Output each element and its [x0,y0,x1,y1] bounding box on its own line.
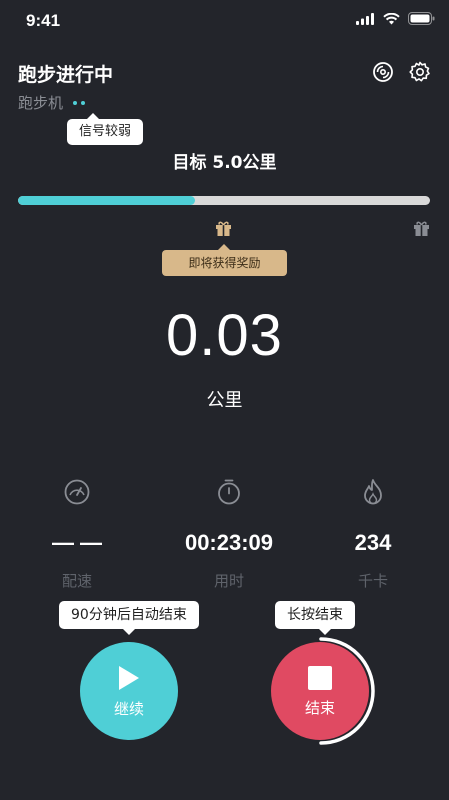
device-label: 跑步机 [18,94,64,112]
goal-progress-fill [18,196,196,205]
play-icon [119,665,139,690]
auto-end-tooltip: 90分钟后自动结束 [59,601,199,635]
time-value: 00:23:09 [184,530,274,555]
distance-unit: 公里 [206,390,243,411]
calories-label: 千卡 [357,572,388,590]
status-time: 9:41 [26,11,61,30]
stat-pace: — — 配速 [2,478,152,591]
stop-icon [308,665,332,690]
wifi-icon [383,12,400,24]
stat-time: 00:23:09 用时 [154,478,304,591]
speedometer-icon [64,479,90,505]
device-info: 跑步机 [18,92,86,113]
battery-icon [408,12,435,25]
stopwatch-icon [218,479,240,505]
stat-calories: 234 千卡 [298,478,448,591]
final-gift-icon [414,221,429,236]
connection-dots-icon [73,100,86,105]
flame-icon [364,479,382,505]
signal-weak-text: 信号较弱 [79,124,132,139]
long-press-text: 长按结束 [287,607,343,623]
status-icons [356,12,435,25]
continue-label: 继续 [113,699,144,718]
goal-progress-bar [18,196,430,205]
auto-end-text: 90分钟后自动结束 [71,607,187,623]
reward-tag: 即将获得奖励 [162,244,287,276]
end-button[interactable]: 结束 [271,642,369,740]
page-title: 跑步进行中 [18,64,114,86]
music-disc-icon[interactable] [372,61,394,83]
settings-gear-icon[interactable] [409,61,431,83]
running-screen: 9:41 跑步进行中 跑步机 信号较弱 目标 5.0公里 即将获得奖励 0.03… [0,0,449,800]
continue-button[interactable]: 继续 [80,642,178,740]
time-label: 用时 [213,572,244,590]
end-label: 结束 [304,698,335,717]
pace-value: — — [51,530,103,555]
long-press-tooltip: 长按结束 [275,601,355,635]
signal-weak-tooltip: 信号较弱 [67,113,144,145]
calories-value: 234 [354,530,392,555]
gift-icon [216,221,231,236]
cellular-signal-icon [356,12,374,25]
distance-value: 0.03 [166,303,283,368]
goal-label: 目标 5.0公里 [172,153,277,173]
pace-label: 配速 [61,572,92,590]
